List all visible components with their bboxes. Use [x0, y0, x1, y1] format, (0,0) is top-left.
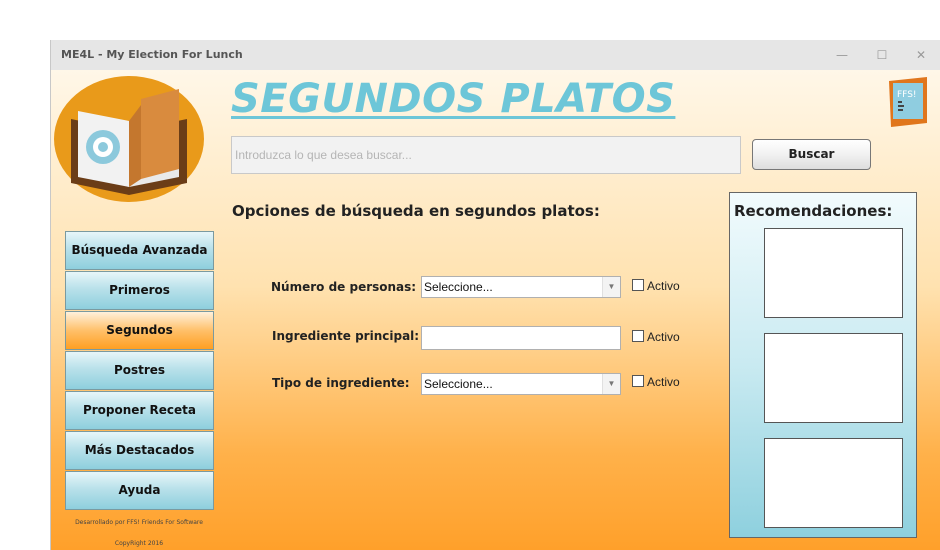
book-logo-icon [54, 76, 204, 202]
activo-label: Activo [647, 330, 680, 344]
chevron-down-icon: ▼ [602, 277, 620, 297]
ingrediente-label: Ingrediente principal: [272, 329, 420, 343]
activo-label: Activo [647, 279, 680, 293]
svg-text:FFS!: FFS! [897, 90, 917, 100]
personas-label: Número de personas: [271, 280, 417, 294]
personas-activo-checkbox[interactable]: Activo [632, 279, 680, 293]
checkbox-icon [632, 330, 644, 342]
app-window: ME4L - My Election For Lunch — ☐ ✕ SEGUN… [50, 40, 940, 550]
tipo-activo-checkbox[interactable]: Activo [632, 375, 680, 389]
nav-segundos[interactable]: Segundos [65, 311, 214, 350]
recommendation-slot[interactable] [764, 333, 903, 423]
nav-postres[interactable]: Postres [65, 351, 214, 390]
section-title: Opciones de búsqueda en segundos platos: [232, 202, 600, 220]
maximize-icon[interactable]: ☐ [867, 45, 897, 65]
minimize-icon[interactable]: — [827, 45, 857, 65]
page-title: SEGUNDOS PLATOS [231, 76, 676, 122]
nav-mas-destacados[interactable]: Más Destacados [65, 431, 214, 470]
tipo-select-value: Seleccione... [424, 377, 493, 391]
recommendations-panel: Recomendaciones: [729, 192, 917, 538]
checkbox-icon [632, 279, 644, 291]
chevron-down-icon: ▼ [602, 374, 620, 394]
tipo-label: Tipo de ingrediente: [272, 376, 410, 390]
search-input[interactable] [231, 136, 741, 174]
recommendations-title: Recomendaciones: [734, 202, 893, 220]
main-area: SEGUNDOS PLATOS FFS! Buscar Opciones de … [51, 70, 940, 550]
ffs-logo-icon: FFS! [889, 77, 927, 127]
sidebar-nav: Búsqueda Avanzada Primeros Segundos Post… [65, 231, 215, 511]
ingrediente-input[interactable] [421, 326, 621, 350]
close-icon[interactable]: ✕ [906, 45, 936, 65]
checkbox-icon [632, 375, 644, 387]
recommendation-slot[interactable] [764, 228, 903, 318]
search-button[interactable]: Buscar [752, 139, 871, 170]
nav-busqueda-avanzada[interactable]: Búsqueda Avanzada [65, 231, 214, 270]
title-bar: ME4L - My Election For Lunch — ☐ ✕ [51, 40, 940, 70]
recommendation-slot[interactable] [764, 438, 903, 528]
nav-primeros[interactable]: Primeros [65, 271, 214, 310]
copyright-text: CopyRight 2016 [114, 540, 164, 547]
personas-select-value: Seleccione... [424, 280, 493, 294]
window-title: ME4L - My Election For Lunch [61, 48, 243, 61]
ingrediente-activo-checkbox[interactable]: Activo [632, 330, 680, 344]
tipo-select[interactable]: Seleccione... ▼ [421, 373, 621, 395]
nav-proponer-receta[interactable]: Proponer Receta [65, 391, 214, 430]
personas-select[interactable]: Seleccione... ▼ [421, 276, 621, 298]
nav-ayuda[interactable]: Ayuda [65, 471, 214, 510]
activo-label: Activo [647, 375, 680, 389]
developer-credits: Desarrollado por FFS! Friends For Softwa… [75, 519, 203, 526]
